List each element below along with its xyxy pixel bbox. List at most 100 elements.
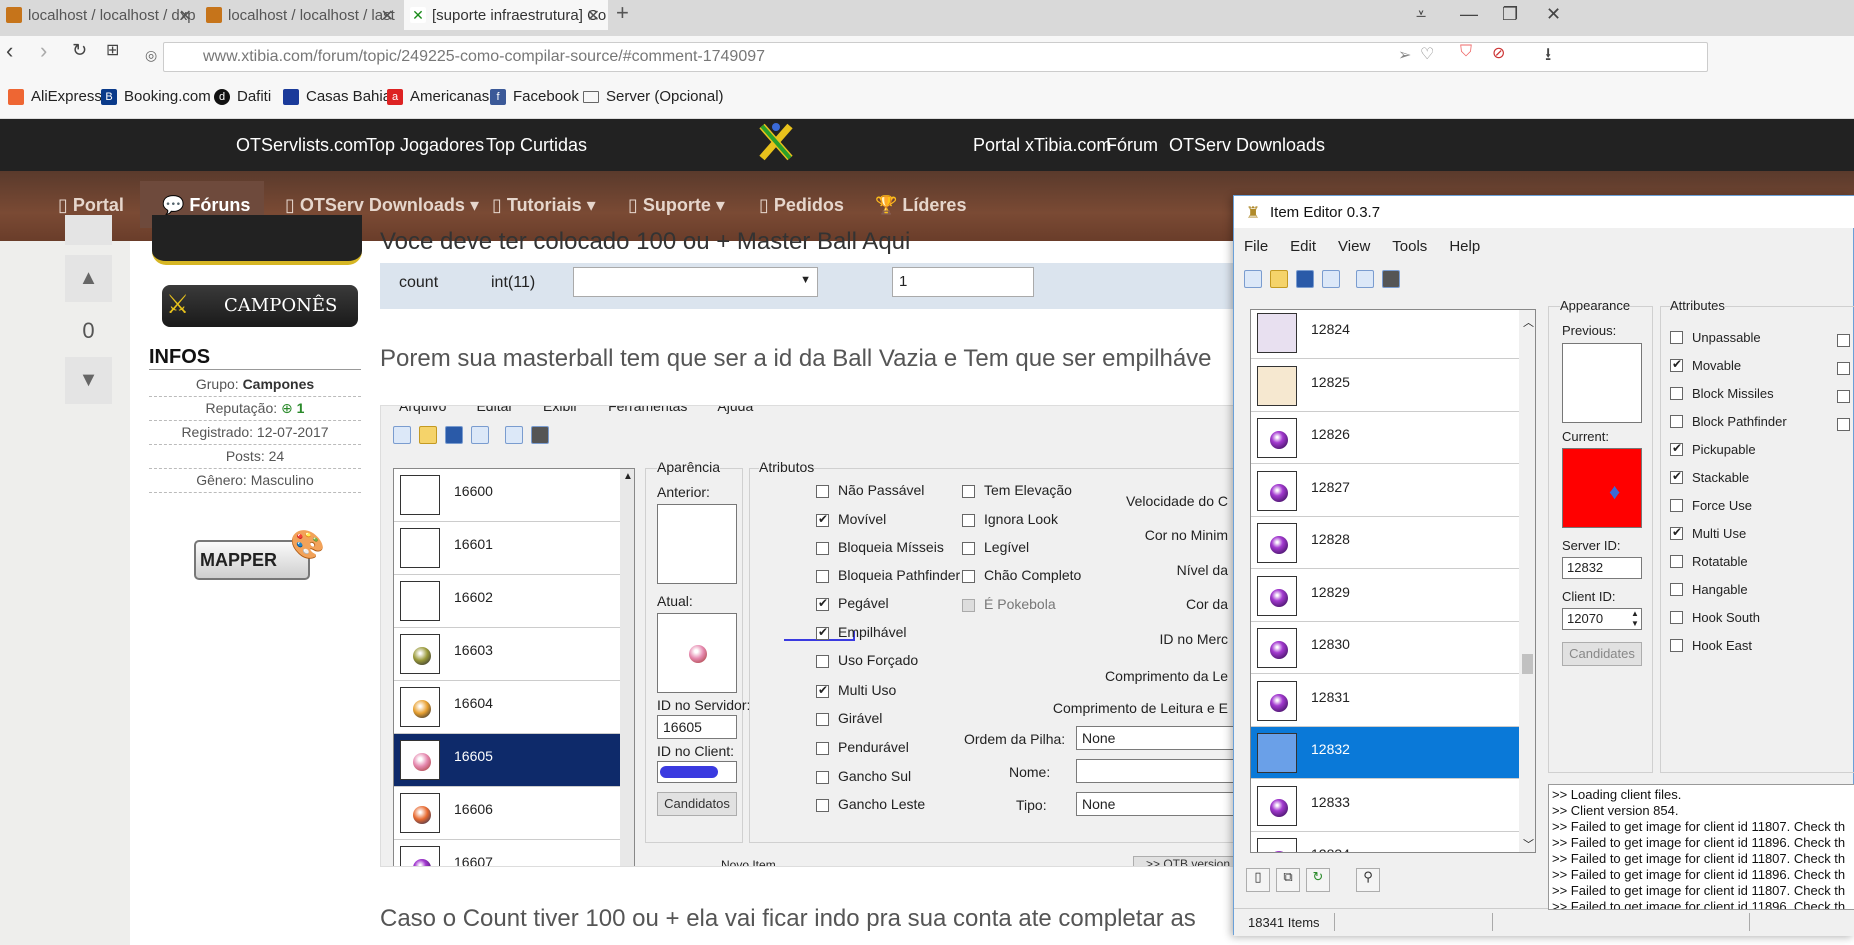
nav-otservlists[interactable]: OTServlists.com [236, 135, 368, 156]
editor-list-item[interactable]: 12831 [1251, 675, 1519, 727]
download-icon[interactable]: ⭳ [1545, 42, 1551, 72]
xtibia-logo[interactable] [758, 122, 794, 162]
client-id-stepper[interactable]: 12070 [1562, 608, 1642, 630]
pokeball-icon [1270, 851, 1288, 852]
editor-list-item[interactable]: 12825 [1251, 360, 1519, 412]
attr-checkbox[interactable] [1670, 583, 1683, 596]
reload-icon[interactable]: ↻ [72, 40, 87, 61]
url-text[interactable]: www.xtibia.com/forum/topic/249225-como-c… [203, 48, 765, 66]
attr-checkbox[interactable] [1670, 357, 1683, 372]
attr-checkbox-col2[interactable] [1837, 334, 1850, 347]
attr-checkbox[interactable] [1670, 331, 1683, 344]
editor-list-item[interactable]: 12827 [1251, 465, 1519, 517]
bookmark-facebook[interactable]: f Facebook [490, 88, 579, 105]
editor-list-item-selected[interactable]: 12832 [1251, 727, 1519, 779]
attr-checkbox[interactable] [1670, 611, 1683, 624]
close-icon[interactable]: ✕ [179, 6, 192, 26]
menu-file[interactable]: File [1244, 238, 1268, 255]
restore-button[interactable]: ❐ [1502, 4, 1518, 25]
bookmark-aliexpress[interactable]: AliExpress [8, 88, 102, 105]
binoculars-icon[interactable] [1382, 270, 1400, 288]
new-file-icon[interactable] [1244, 270, 1262, 288]
mainnav-suporte[interactable]: ▯ Suporte ▾ [628, 195, 725, 216]
mainnav-tutoriais[interactable]: ▯ Tutoriais ▾ [492, 195, 596, 216]
tab-1[interactable]: localhost / localhost / dxp ✕ [0, 0, 200, 30]
close-window-button[interactable]: ✕ [1546, 4, 1561, 25]
heart-icon[interactable]: ♡ [1420, 44, 1434, 64]
find-icon [505, 426, 523, 444]
nav-otserv-downloads[interactable]: OTServ Downloads [1169, 135, 1325, 156]
find-item-button[interactable]: ⚲ [1356, 868, 1380, 892]
bookmark-server[interactable]: Server (Opcional) [583, 88, 724, 105]
find-icon[interactable] [1356, 270, 1374, 288]
menu-help[interactable]: Help [1449, 238, 1480, 255]
menu-edit[interactable]: Edit [1290, 238, 1316, 255]
shield-icon[interactable]: ⛉ [1460, 43, 1472, 61]
menu-tools[interactable]: Tools [1392, 238, 1427, 255]
bookmark-booking[interactable]: B Booking.com [101, 88, 211, 105]
post-line-bottom: Caso o Count tiver 100 ou + ela vai fica… [380, 905, 1196, 932]
scroll-thumb[interactable] [1522, 654, 1533, 674]
grid-icon[interactable]: ⊞ [106, 40, 119, 60]
minimize-button[interactable]: — [1460, 4, 1478, 25]
upvote-button[interactable]: ▲ [65, 255, 112, 302]
attr-checkbox-col2[interactable] [1837, 362, 1850, 375]
close-icon[interactable]: ✕ [587, 6, 600, 26]
nav-portal-xtibia[interactable]: Portal xTibia.com [973, 135, 1111, 156]
scroll-down-icon[interactable]: ﹀ [1523, 836, 1534, 852]
candidates-button[interactable]: Candidates [1562, 642, 1642, 666]
scroll-up-icon[interactable]: ︿ [1523, 314, 1534, 330]
forward-icon[interactable]: › [40, 38, 47, 64]
attr-checkbox[interactable] [1670, 415, 1683, 428]
tab-2[interactable]: localhost / localhost / last ✕ [200, 0, 402, 30]
nav-forum[interactable]: Fórum [1106, 135, 1158, 156]
attr-checkbox[interactable] [1670, 639, 1683, 652]
editor-list-scrollbar[interactable]: ︿ ﹀ [1519, 310, 1535, 852]
send-icon[interactable]: ➢ [1398, 45, 1411, 65]
menu-view[interactable]: View [1338, 238, 1370, 255]
nav-top-jogadores[interactable]: Top Jogadores [366, 135, 484, 156]
back-icon[interactable]: ‹ [6, 38, 13, 64]
bookmark-casas-bahia[interactable]: Casas Bahia [283, 88, 391, 105]
editor-list-item[interactable]: 12833 [1251, 780, 1519, 832]
block-icon[interactable]: ⊘ [1492, 43, 1505, 63]
tab-list-icon[interactable]: ⩡ [1416, 4, 1426, 25]
attr-checkbox-col2[interactable] [1837, 390, 1850, 403]
tab-bar: localhost / localhost / dxp ✕ localhost /… [0, 0, 1854, 36]
attr-checkbox[interactable] [1670, 525, 1683, 540]
bookmark-dafiti[interactable]: d Dafiti [214, 88, 271, 105]
new-tab-button[interactable]: + [616, 0, 629, 26]
attr-checkbox[interactable] [1670, 387, 1683, 400]
editor-list-item[interactable]: 12834 [1251, 832, 1519, 852]
mainnav-pedidos[interactable]: ▯ Pedidos [759, 195, 844, 216]
count-function-select[interactable]: ▼ [573, 267, 818, 297]
bookmark-americanas[interactable]: a Americanas [387, 88, 489, 105]
downvote-button[interactable]: ▼ [65, 357, 112, 404]
tab-3-active[interactable]: ✕ [suporte infraestrutura] Co ✕ [404, 0, 608, 30]
mainnav-otserv-downloads[interactable]: ▯ OTServ Downloads ▾ [285, 195, 479, 216]
nav-top-curtidas[interactable]: Top Curtidas [486, 135, 587, 156]
duplicate-item-button[interactable]: ⧉ [1276, 868, 1300, 892]
save-as-icon[interactable] [1322, 270, 1340, 288]
open-folder-icon[interactable] [1270, 270, 1288, 288]
attr-checkbox[interactable] [1670, 441, 1683, 456]
editor-list-item[interactable]: 12830 [1251, 622, 1519, 674]
mainnav-portal[interactable]: ▯ Portal [58, 195, 124, 216]
stepper-arrows-icon[interactable]: ▲ ▼ [1631, 609, 1639, 629]
new-item-button[interactable]: ▯ [1246, 868, 1270, 892]
mainnav-lideres[interactable]: 🏆 Líderes [875, 195, 966, 216]
reload-item-button[interactable]: ↻ [1306, 868, 1330, 892]
save-icon[interactable] [1296, 270, 1314, 288]
editor-list-item[interactable]: 12824 [1251, 310, 1519, 359]
editor-list-item[interactable]: 12826 [1251, 412, 1519, 464]
attr-checkbox-col2[interactable] [1837, 418, 1850, 431]
count-value-input[interactable]: 1 [892, 267, 1034, 297]
attr-checkbox[interactable] [1670, 499, 1683, 512]
editor-list-item[interactable]: 12829 [1251, 570, 1519, 622]
editor-list-item[interactable]: 12828 [1251, 517, 1519, 569]
attr-checkbox[interactable] [1670, 555, 1683, 568]
bookmarks-bar [0, 76, 1854, 119]
close-icon[interactable]: ✕ [381, 6, 394, 26]
server-id-field[interactable]: 12832 [1562, 557, 1642, 579]
attr-checkbox[interactable] [1670, 469, 1683, 484]
